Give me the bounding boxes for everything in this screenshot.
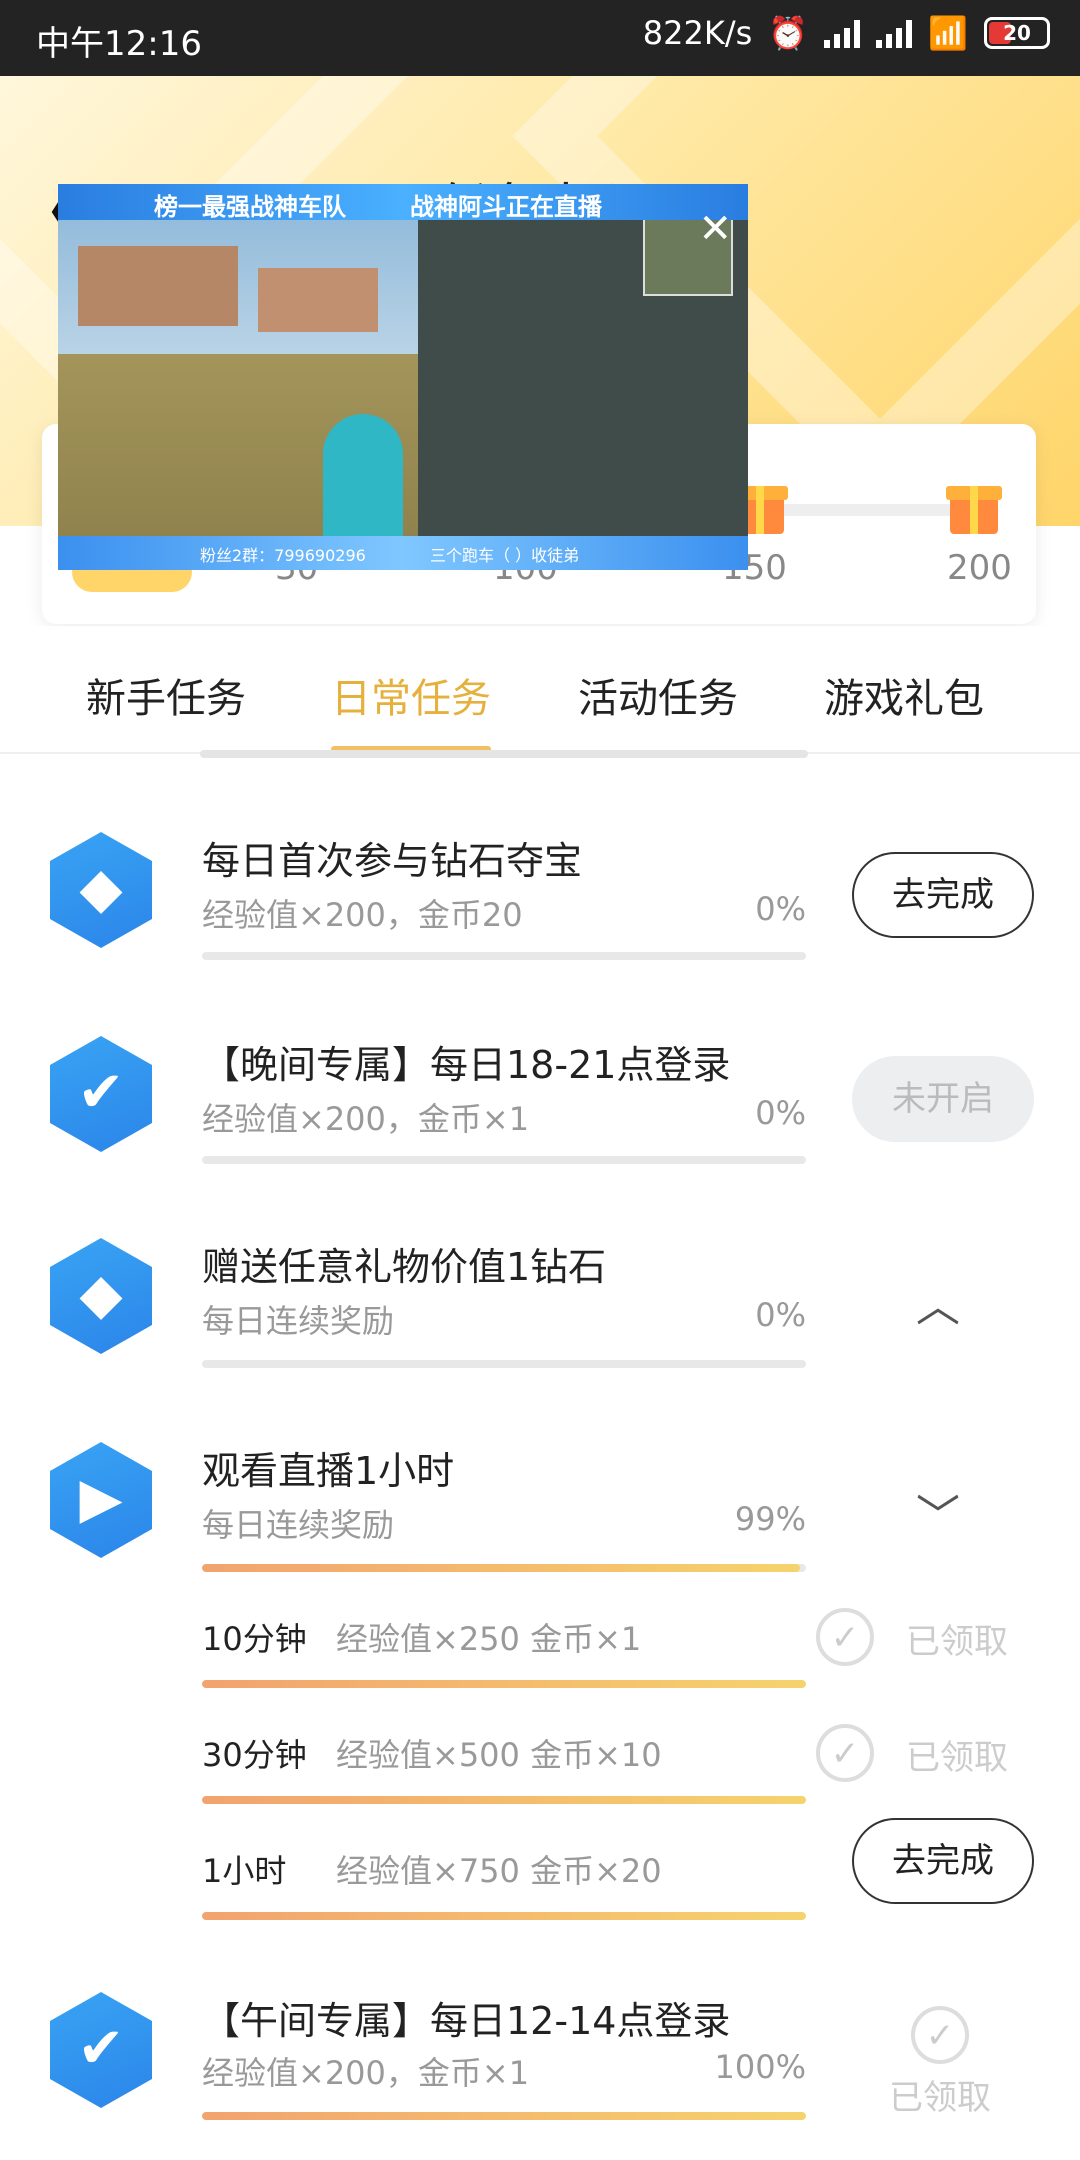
signal-icon bbox=[876, 18, 913, 48]
milestone-label: 200 bbox=[947, 548, 1012, 588]
step-progress-bar bbox=[202, 1796, 806, 1804]
video-top-banner: 榜一最强战神车队 战神阿斗正在直播 bbox=[58, 184, 748, 221]
video-bottom-left-text: 粉丝2群：799690296 bbox=[200, 546, 366, 565]
task-reward: 每日连续奖励 bbox=[202, 1506, 395, 1544]
chevron-up-icon[interactable]: ︿ bbox=[916, 1270, 960, 1334]
diamond-icon: ◆ bbox=[50, 1238, 152, 1354]
go-complete-button[interactable]: 去完成 bbox=[852, 1818, 1034, 1904]
check-icon: ✔ bbox=[50, 1036, 152, 1152]
status-icons: 822K/s ⏰ 📶 20 bbox=[643, 14, 1050, 52]
task-progress-bar bbox=[202, 1360, 806, 1368]
previous-task-bar bbox=[200, 750, 808, 758]
tab-newbie[interactable]: 新手任务 bbox=[66, 666, 266, 724]
alarm-icon: ⏰ bbox=[768, 14, 809, 52]
claimed-status: ✓ 已领取 bbox=[816, 1604, 1036, 1674]
step-reward: 经验值×250 金币×1 bbox=[336, 1620, 642, 1658]
task-reward: 经验值×200，金币×1 bbox=[202, 2054, 530, 2092]
task-percent: 0% bbox=[755, 890, 806, 928]
go-complete-button[interactable]: 去完成 bbox=[852, 852, 1034, 938]
video-camera-icon: ▶ bbox=[50, 1442, 152, 1558]
status-bar: 中午12:16 822K/s ⏰ 📶 20 bbox=[0, 0, 1080, 76]
task-progress-bar bbox=[202, 952, 806, 960]
task-progress-bar bbox=[202, 2112, 806, 2120]
video-bottom-banner: 粉丝2群：799690296 三个跑车（ ）收徒弟 bbox=[58, 536, 748, 570]
task-progress-bar bbox=[202, 1564, 806, 1572]
check-circle-icon: ✓ bbox=[911, 2006, 969, 2064]
diamond-icon: ◆ bbox=[50, 832, 152, 948]
task-tabs: 新手任务 日常任务 活动任务 游戏礼包 bbox=[0, 626, 1080, 754]
floating-live-video[interactable]: 榜一最强战神车队 战神阿斗正在直播 粉丝2群：799690296 三个跑车（ ）… bbox=[58, 184, 748, 570]
step-label: 30分钟 bbox=[202, 1736, 307, 1774]
task-percent: 0% bbox=[755, 1296, 806, 1334]
task-reward: 每日连续奖励 bbox=[202, 1302, 395, 1340]
check-circle-icon: ✓ bbox=[816, 1608, 874, 1666]
network-speed: 822K/s bbox=[642, 14, 753, 52]
gift-box-icon[interactable] bbox=[946, 474, 1002, 534]
video-scene bbox=[78, 246, 238, 326]
wifi-icon: 📶 bbox=[928, 14, 968, 52]
check-circle-icon: ✓ bbox=[816, 1724, 874, 1782]
step-reward: 经验值×750 金币×20 bbox=[336, 1852, 662, 1890]
close-icon[interactable]: ✕ bbox=[698, 206, 732, 252]
step-label: 1小时 bbox=[202, 1852, 287, 1890]
step-progress-bar bbox=[202, 1912, 806, 1920]
video-banner-right-text: 战神阿斗正在直播 bbox=[410, 193, 602, 221]
status-time: 中午12:16 bbox=[36, 24, 202, 64]
video-bottom-right-text: 三个跑车（ ）收徒弟 bbox=[430, 546, 580, 565]
task-title: 每日首次参与钻石夺宝 bbox=[202, 839, 583, 883]
signal-hd-icon bbox=[824, 18, 861, 48]
check-icon: ✔ bbox=[50, 1992, 152, 2108]
chevron-down-icon[interactable]: ﹀ bbox=[916, 1480, 960, 1544]
step-progress-bar bbox=[202, 1680, 806, 1688]
task-percent: 0% bbox=[755, 1094, 806, 1132]
step-reward: 经验值×500 金币×10 bbox=[336, 1736, 662, 1774]
claimed-status: ✓ 已领取 bbox=[880, 2006, 1000, 2119]
tab-game-gift[interactable]: 游戏礼包 bbox=[804, 666, 1004, 724]
battery-level: 20 bbox=[1003, 21, 1031, 45]
task-reward: 经验值×200，金币×1 bbox=[202, 1100, 530, 1138]
task-progress-bar bbox=[202, 1156, 806, 1164]
task-title: 观看直播1小时 bbox=[202, 1449, 455, 1493]
video-character bbox=[323, 414, 403, 544]
tab-daily[interactable]: 日常任务 bbox=[311, 666, 511, 724]
task-title: 【晚间专属】每日18-21点登录 bbox=[202, 1043, 731, 1087]
task-title: 赠送任意礼物价值1钻石 bbox=[202, 1245, 607, 1289]
task-title: 【午间专属】每日12-14点登录 bbox=[202, 1999, 731, 2043]
battery-icon: 20 bbox=[984, 17, 1050, 49]
task-reward: 经验值×200，金币20 bbox=[202, 896, 523, 934]
task-percent: 99% bbox=[734, 1500, 806, 1538]
not-started-button[interactable]: 未开启 bbox=[852, 1056, 1034, 1142]
tab-event[interactable]: 活动任务 bbox=[558, 666, 758, 724]
claimed-status: ✓ 已领取 bbox=[816, 1720, 1036, 1790]
video-scene bbox=[258, 268, 378, 332]
step-label: 10分钟 bbox=[202, 1620, 307, 1658]
task-percent: 100% bbox=[714, 2048, 806, 2086]
video-banner-left-text: 榜一最强战神车队 bbox=[154, 193, 346, 221]
